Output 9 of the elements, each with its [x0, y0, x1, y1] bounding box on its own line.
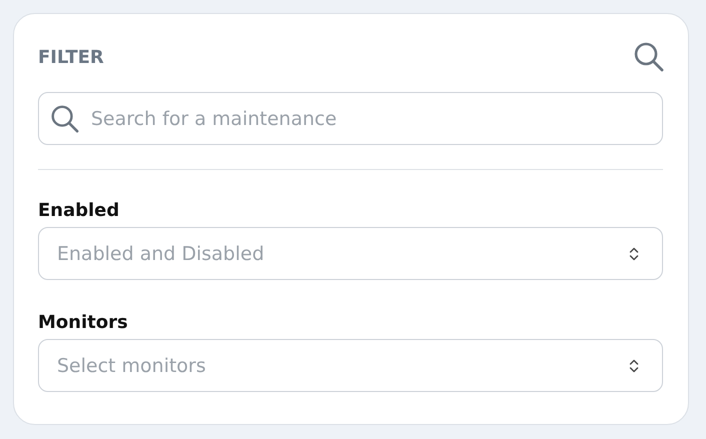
field-label: Enabled [38, 200, 120, 221]
field-label: Monitors [38, 312, 129, 333]
chevron-updown-icon [629, 246, 639, 262]
search-field[interactable]: Search for a maintenance [38, 92, 663, 145]
select-field[interactable]: Select monitors [38, 339, 663, 392]
chevron-updown-icon [629, 358, 639, 374]
select-field[interactable]: Enabled and Disabled [38, 227, 663, 280]
panel-title: FILTER [38, 46, 104, 68]
search-icon[interactable] [633, 41, 665, 73]
